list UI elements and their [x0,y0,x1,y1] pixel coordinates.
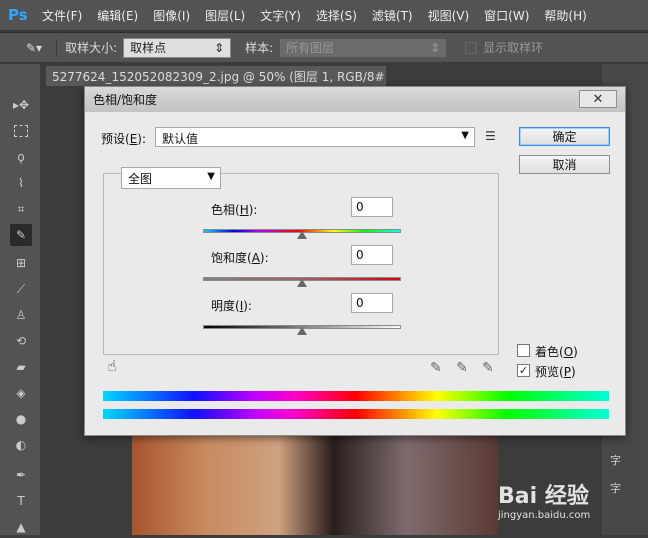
hue-label: 色相(H): [211,203,258,217]
stamp-tool-icon[interactable]: ♙ [10,304,32,326]
input-spectrum-bar [103,391,609,401]
marquee-tool-icon[interactable] [10,120,32,142]
tools-panel: ▸✥ ϙ ⌇ ⌗ ✎ ⊞ ⟋ ♙ ⟲ ▰ ◈ ● ◐ ✒ T ▲ [0,64,40,535]
on-image-adjust-icon[interactable]: ☝ [103,357,121,375]
cancel-button[interactable]: 取消 [519,155,610,174]
menu-edit[interactable]: 编辑(E) [97,7,138,24]
history-brush-tool-icon[interactable]: ⟲ [10,330,32,352]
show-ring-label: 显示取样环 [483,41,544,55]
chevron-down-icon: ▼ [207,171,215,182]
sample-size-value: 取样点 [130,41,167,55]
preset-select[interactable]: 默认值 ▼ [155,127,475,147]
eyedropper-icon[interactable]: ✎ [427,359,445,377]
menu-help[interactable]: 帮助(H) [544,7,586,24]
dodge-tool-icon[interactable]: ◐ [10,434,32,456]
saturation-label: 饱和度(A): [211,251,269,265]
menu-file[interactable]: 文件(F) [42,7,82,24]
preview-label: 预览(P) [535,365,576,379]
pen-tool-icon[interactable]: ✒ [10,464,32,486]
canvas-image [132,436,498,535]
preset-options-icon[interactable]: ☰ [485,129,496,143]
preview-checkbox[interactable]: ✓ [517,364,530,377]
dialog-titlebar: 色相/饱和度 ✕ [85,87,625,112]
colorize-checkbox[interactable] [517,344,530,357]
menu-bar: Ps 文件(F) 编辑(E) 图像(I) 图层(L) 文字(Y) 选择(S) 滤… [0,0,648,30]
preset-value: 默认值 [162,132,199,146]
hue-saturation-dialog: 色相/饱和度 ✕ 预设(E): 默认值 ▼ ☰ 确定 取消 全图 ▼ 色相(H): … [84,86,626,436]
menu-window[interactable]: 窗口(W) [484,7,529,24]
ok-label: 确定 [552,130,577,144]
menu-image[interactable]: 图像(I) [153,7,190,24]
divider [56,38,58,57]
brush-tool-icon[interactable]: ⟋ [10,278,32,300]
show-ring-checkbox[interactable] [465,41,478,54]
subtract-from-sample-eyedropper-icon[interactable]: ✎ [479,359,497,377]
saturation-input[interactable]: 0 [351,245,393,265]
baidu-jingyan-watermark: Bai 经验 jingyan.baidu.com [498,478,648,530]
blur-tool-icon[interactable]: ● [10,408,32,430]
channel-value: 全图 [128,172,153,186]
cancel-label: 取消 [552,158,577,172]
lightness-label: 明度(I): [211,299,252,313]
panel-label: 字 [610,454,621,467]
menu-select[interactable]: 选择(S) [316,7,357,24]
updown-icon: ⇕ [214,40,225,55]
ok-button[interactable]: 确定 [519,127,610,146]
saturation-slider-thumb[interactable] [297,279,307,287]
watermark-brand: Bai 经验 [498,484,589,509]
healing-brush-tool-icon[interactable]: ⊞ [10,252,32,274]
document-tab[interactable]: 5277624_152052082309_2.jpg @ 50% (图层 1, … [46,66,386,86]
type-tool-icon[interactable]: T [10,490,32,512]
menu-layer[interactable]: 图层(L) [205,7,245,24]
move-tool-icon[interactable]: ▸✥ [10,94,32,116]
sample-label: 样本: [245,41,274,55]
menu-type[interactable]: 文字(Y) [260,7,301,24]
panel-character-3[interactable]: 字 [610,448,648,472]
lasso-tool-icon[interactable]: ϙ [10,146,32,168]
paint-bucket-tool-icon[interactable]: ◈ [10,382,32,404]
eyedropper-tool-icon[interactable]: ✎ [10,224,32,246]
watermark-url: jingyan.baidu.com [498,510,591,521]
channel-select[interactable]: 全图 ▼ [121,167,221,189]
sample-value: 所有图层 [286,41,335,55]
add-to-sample-eyedropper-icon[interactable]: ✎ [453,359,471,377]
dialog-title: 色相/饱和度 [93,93,158,107]
close-icon: ✕ [592,91,604,107]
eraser-tool-icon[interactable]: ▰ [10,356,32,378]
updown-icon: ⇕ [430,40,441,55]
options-bar: ✎▾ 取样大小: 取样点 ⇕ 样本: 所有图层 ⇕ 显示取样环 [0,32,648,62]
close-button[interactable]: ✕ [579,90,617,108]
chevron-down-icon: ▼ [461,130,469,141]
preset-label: 预设(E): [101,132,147,146]
lightness-slider-thumb[interactable] [297,327,307,335]
menu-view[interactable]: 视图(V) [428,7,470,24]
lightness-input[interactable]: 0 [351,293,393,313]
sample-select[interactable]: 所有图层 ⇕ [279,37,448,58]
output-spectrum-bar [103,409,609,419]
crop-tool-icon[interactable]: ⌗ [10,198,32,220]
document-tab-title: 5277624_152052082309_2.jpg @ 50% (图层 1, … [52,70,386,84]
sample-size-select[interactable]: 取样点 ⇕ [123,37,232,58]
photoshop-logo: Ps [8,6,28,24]
hue-input[interactable]: 0 [351,197,393,217]
colorize-label: 着色(O) [535,345,578,359]
hue-slider-thumb[interactable] [297,231,307,239]
menu-filter[interactable]: 滤镜(T) [372,7,413,24]
eyedropper-tool-icon[interactable]: ✎▾ [26,41,42,55]
sample-size-label: 取样大小: [65,41,118,55]
quick-select-tool-icon[interactable]: ⌇ [10,172,32,194]
